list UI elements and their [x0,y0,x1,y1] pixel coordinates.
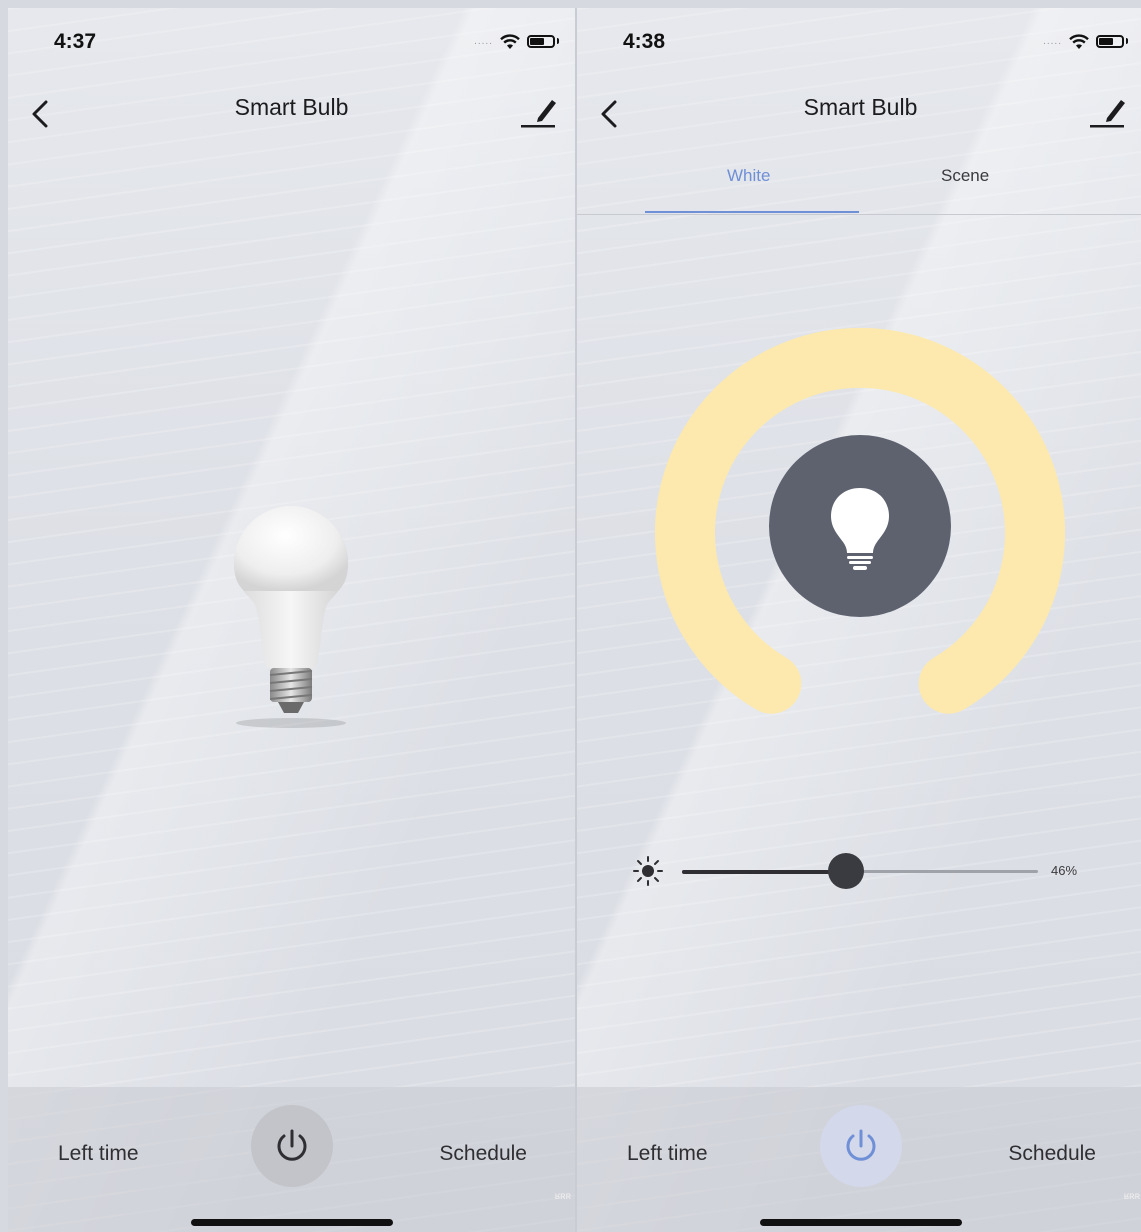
active-tab-underline [645,211,859,213]
bottom-bar: Left time Schedule ʁʀʀ [8,1087,575,1232]
edit-icon[interactable] [519,92,559,132]
home-indicator [759,1219,962,1226]
power-button[interactable] [819,1105,902,1187]
brightness-slider-track[interactable] [682,853,1038,889]
mode-tabs: White Scene [577,158,1141,215]
brightness-value: 46% [1051,863,1078,878]
status-icons: ..... [1043,32,1128,50]
color-temperature-ring[interactable] [655,320,1065,730]
left-screen: 4:37 ..... Smart Bulb Left time Schedule… [8,8,575,1232]
page-title: Smart Bulb [234,94,349,120]
watermark: ʁʀʀ [1123,1191,1140,1202]
battery-tip [1126,38,1128,44]
battery-icon [1096,34,1124,48]
tab-scene[interactable]: Scene [941,166,989,186]
wifi-icon [1069,34,1089,49]
battery-tip [557,38,559,44]
signal-icon: ..... [1043,35,1062,47]
schedule-button[interactable]: Schedule [1008,1142,1096,1166]
brightness-slider-fill [682,869,846,874]
wifi-icon [500,34,520,49]
watermark: ʁʀʀ [554,1191,571,1202]
power-icon [846,1129,875,1161]
signal-icon: ..... [474,35,493,47]
tab-white[interactable]: White [727,166,770,186]
bulb-image [234,506,348,728]
left-time-button[interactable]: Left time [627,1142,708,1166]
home-indicator [190,1219,393,1226]
status-time: 4:37 [54,30,97,53]
right-screen: 4:38 ..... Smart Bulb White Scene 46% Le… [577,8,1141,1232]
status-time: 4:38 [623,30,666,53]
brightness-icon [633,856,663,886]
brightness-row: 46% [633,853,1093,889]
brightness-slider-thumb[interactable] [827,853,864,889]
power-icon [277,1129,306,1161]
left-time-button[interactable]: Left time [58,1142,139,1166]
battery-icon [527,34,555,48]
power-button[interactable] [250,1105,333,1187]
status-icons: ..... [474,32,559,50]
edit-icon[interactable] [1088,92,1128,132]
page-title: Smart Bulb [803,94,918,120]
schedule-button[interactable]: Schedule [439,1142,527,1166]
bottom-bar: Left time Schedule ʁʀʀ [577,1087,1141,1232]
